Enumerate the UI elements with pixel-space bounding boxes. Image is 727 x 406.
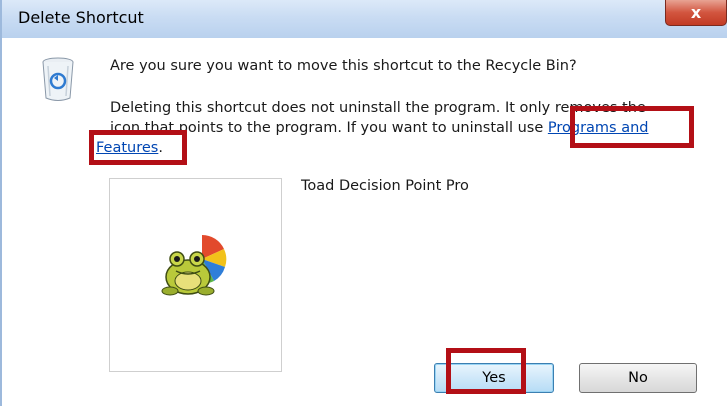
description-line-3: Features. <box>96 138 163 158</box>
description-line-2-text: icon that points to the program. If you … <box>110 120 548 136</box>
description-line-2: icon that points to the program. If you … <box>110 118 648 138</box>
description-line-1: Deleting this shortcut does not uninstal… <box>110 100 646 116</box>
dialog-content: Are you sure you want to move this short… <box>2 38 727 406</box>
description-period: . <box>158 140 163 156</box>
delete-shortcut-dialog: Delete Shortcut x Are you sure you want … <box>0 0 727 406</box>
toad-frog-icon <box>161 234 227 296</box>
program-icon-box <box>109 178 282 372</box>
title-bar[interactable]: Delete Shortcut x <box>2 0 727 38</box>
window-title: Delete Shortcut <box>18 8 144 27</box>
close-button[interactable]: x <box>665 0 727 26</box>
recycle-bin-icon <box>42 57 74 101</box>
programs-and-features-link[interactable]: Programs and <box>548 120 649 136</box>
close-icon: x <box>690 3 702 22</box>
confirmation-question: Are you sure you want to move this short… <box>110 58 577 74</box>
features-link[interactable]: Features <box>96 140 158 156</box>
no-button[interactable]: No <box>579 363 697 393</box>
program-name: Toad Decision Point Pro <box>301 178 469 194</box>
yes-button[interactable]: Yes <box>434 363 554 393</box>
